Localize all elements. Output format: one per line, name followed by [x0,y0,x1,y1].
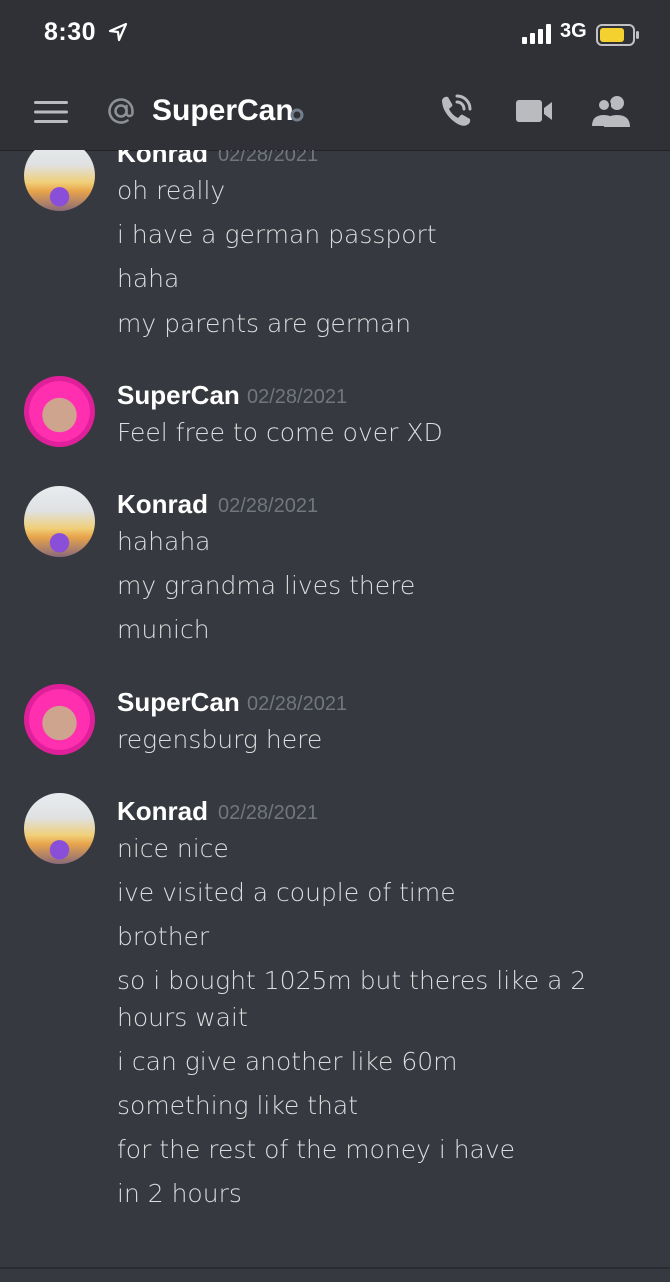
message-text: ive visited a couple of time [117,878,456,907]
message-text: so i bought 1025m but theres like a 2 ho… [117,966,587,1032]
avatar[interactable] [24,486,95,557]
message-list[interactable]: Konrad 02/28/2021 oh really i have a ger… [0,150,670,1268]
at-icon [108,98,134,124]
avatar[interactable] [24,793,95,864]
message-author[interactable]: Konrad [117,489,208,520]
members-icon[interactable] [590,94,634,128]
message-text: nice nice [117,834,229,863]
message-text: in 2 hours [117,1179,242,1208]
message-timestamp: 02/28/2021 [247,386,348,408]
status-time: 8:30 [44,18,97,46]
signal-icon [522,24,551,44]
message-text: brother [117,922,210,951]
message-timestamp: 02/28/2021 [218,150,319,166]
message-text: for the rest of the money i have [117,1135,516,1164]
message-text: my grandma lives there [117,571,416,600]
message-text: my parents are german [117,309,412,338]
avatar[interactable] [24,376,95,447]
message-author[interactable]: SuperCan [117,380,240,411]
call-icon[interactable] [436,92,474,130]
message-text: i can give another like 60m [117,1047,458,1076]
message-text: oh really [117,176,226,205]
message-text: regensburg here [117,725,323,754]
network-type: 3G [560,20,587,42]
avatar[interactable] [24,150,95,211]
hamburger-icon[interactable] [34,100,70,124]
message-timestamp: 02/28/2021 [218,802,319,824]
channel-header [0,70,670,151]
message-author[interactable]: Konrad [117,796,208,827]
message-text: i have a german passport [117,220,437,249]
location-arrow-icon [108,22,128,42]
status-bar: 8:30 3G [0,0,670,70]
message-timestamp: 02/28/2021 [218,495,319,517]
message-author[interactable]: SuperCan [117,687,240,718]
message-text: munich [117,615,210,644]
status-dot-icon [290,108,304,122]
channel-name[interactable]: SuperCan [152,94,294,128]
message-text: something like that [117,1091,359,1120]
message-text: hahaha [117,527,211,556]
message-author[interactable]: Konrad [117,150,208,169]
avatar[interactable] [24,684,95,755]
battery-icon [596,24,639,46]
video-icon[interactable] [514,96,554,126]
message-timestamp: 02/28/2021 [247,693,348,715]
divider [0,1267,670,1269]
message-text: haha [117,264,180,293]
message-text: Feel free to come over XD [117,418,443,447]
